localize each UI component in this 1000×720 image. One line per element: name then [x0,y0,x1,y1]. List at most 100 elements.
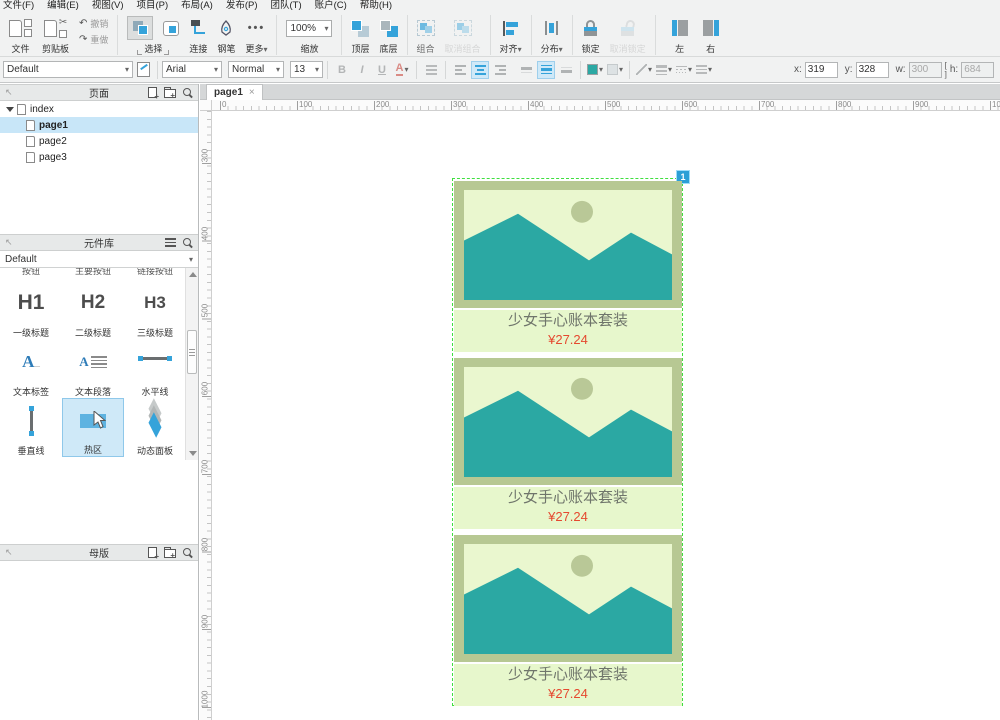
page-canvas[interactable]: 1 少女手心账本套装 ¥27.24 少女手心账本套装 ¥27.24 少女手心账本套装… [212,111,1000,720]
menu-item[interactable]: 发布(P) [226,0,258,11]
zoom-group: 100% 缩放 [286,15,333,55]
card-text-block[interactable]: 少女手心账本套装 ¥27.24 [454,310,682,352]
widget-tile-hotspot[interactable]: 热区 [62,398,124,457]
line-color-button[interactable] [635,61,653,79]
line-style-button[interactable] [675,61,693,79]
arrow-style-button[interactable] [695,61,713,79]
add-master-icon[interactable] [148,547,159,561]
widget-tile-h3[interactable]: H3 三级标题 [124,280,186,339]
card-image-placeholder[interactable] [454,535,682,662]
widget-tile-dynamic-panel[interactable]: 动态面板 [124,397,186,457]
align-right-button[interactable] [491,61,509,79]
edit-style-button[interactable] [134,61,152,79]
select-contain-button[interactable] [163,20,180,36]
widgets-menu-icon[interactable] [165,238,176,247]
collapse-panel-icon[interactable]: ↖ [5,547,13,558]
x-input[interactable] [804,61,838,78]
menu-item[interactable]: 视图(V) [92,0,124,11]
connect-tool[interactable]: 连接 [189,15,207,55]
add-master-folder-icon[interactable] [164,547,176,560]
underline-button[interactable]: U [373,61,391,79]
distribute-label: 分布 [541,42,563,55]
page-tree-item-index[interactable]: index [0,101,198,117]
send-back-button[interactable]: 底层 [379,15,398,55]
unlock-icon [621,19,636,36]
collapse-panel-icon[interactable]: ↖ [5,87,13,98]
card-text-block[interactable]: 少女手心账本套装 ¥27.24 [454,487,682,529]
menu-item[interactable]: 布局(A) [181,0,213,11]
scroll-up-icon[interactable] [189,272,197,277]
collapse-panel-icon[interactable]: ↖ [5,237,13,248]
lock-button[interactable]: 锁定 [582,15,600,55]
valign-top-button[interactable] [517,61,535,79]
menu-item[interactable]: 项目(P) [136,0,168,11]
card-image-placeholder[interactable] [454,358,682,485]
font-size-select[interactable]: 13 [290,61,323,78]
card-image-placeholder[interactable] [454,181,682,308]
search-pages-icon[interactable] [183,87,193,98]
valign-bottom-button[interactable] [557,61,575,79]
font-color-button[interactable]: A [393,61,411,79]
clipboard-group[interactable]: ✂ 剪贴板 [42,15,69,55]
distribute-button[interactable]: 分布 [541,15,563,55]
scroll-down-icon[interactable] [189,451,197,456]
bring-front-button[interactable]: 顶层 [351,15,370,55]
undo-button[interactable]: ↶ 撤销 [79,17,108,30]
shadow-swatch [606,64,618,75]
align-button[interactable]: 对齐 [500,15,522,55]
add-page-icon[interactable] [148,87,159,101]
card-text-block[interactable]: 少女手心账本套装 ¥27.24 [454,664,682,706]
page-tree-item-page2[interactable]: page2 [0,133,198,149]
menu-item[interactable]: 文件(F) [3,0,34,11]
menu-item[interactable]: 账户(C) [315,0,347,11]
link-wh-icon[interactable]: [ ] [945,61,947,79]
bold-button[interactable]: B [333,61,351,79]
menu-item[interactable]: 帮助(H) [360,0,392,11]
italic-button[interactable]: I [353,61,371,79]
align-center-button[interactable] [471,60,489,79]
menu-item[interactable]: 团队(T) [271,0,302,11]
style-preset-select[interactable]: Default [3,61,133,78]
page-tree-item-page3[interactable]: page3 [0,149,198,165]
search-masters-icon[interactable] [183,547,193,558]
w-input[interactable] [908,61,942,78]
more-tool[interactable]: ••• 更多 [245,15,267,55]
tab-page1[interactable]: page1 × [206,84,263,100]
font-style-select[interactable]: Normal [228,61,284,78]
line-width-button[interactable] [655,61,673,79]
toolbar-separator [654,15,656,55]
menu-item[interactable]: 编辑(E) [47,0,79,11]
file-group[interactable]: 文件 [9,15,32,55]
widget-tile-text-paragraph[interactable]: A 文本段落 [62,339,124,398]
zoom-select[interactable]: 100% [286,19,333,37]
redo-button[interactable]: ↷ 重做 [79,33,108,46]
add-folder-icon[interactable] [164,87,176,100]
tab-close-icon[interactable]: × [249,87,255,98]
font-family-select[interactable]: Arial [162,61,222,78]
shadow-button[interactable] [606,61,624,79]
widget-tile-h1[interactable]: H1 一级标题 [0,280,62,339]
valign-middle-button[interactable] [537,60,555,79]
page-tree-item-page1[interactable]: page1 [0,117,198,133]
group-button[interactable]: 组合 [416,15,435,55]
fill-color-button[interactable] [586,61,604,79]
widget-tile-text-label[interactable]: A _ 文本标签 [0,339,62,398]
tree-expand-icon[interactable] [6,106,14,112]
pen-tool[interactable]: 钢笔 [217,15,235,55]
widget-tile-hline[interactable]: 水平线 [124,339,186,398]
y-input[interactable] [855,61,889,78]
align-left-edge-button[interactable]: 左 [671,15,688,55]
library-select[interactable]: Default [0,251,198,268]
group-label: 组合 [416,44,435,54]
widget-tile-h2[interactable]: H2 二级标题 [62,280,124,339]
scroll-thumb[interactable] [187,330,197,374]
align-right-edge-button[interactable]: 右 [702,15,719,55]
line-spacing-button[interactable] [422,61,440,79]
widget-tile-vline[interactable]: 垂直线 [0,398,62,457]
widgets-scrollbar[interactable] [185,268,198,460]
h-input[interactable] [961,61,995,78]
select-intersect-button[interactable] [127,16,154,40]
corner-left-icon [137,50,143,55]
align-left-button[interactable] [451,61,469,79]
search-widgets-icon[interactable] [183,237,193,248]
